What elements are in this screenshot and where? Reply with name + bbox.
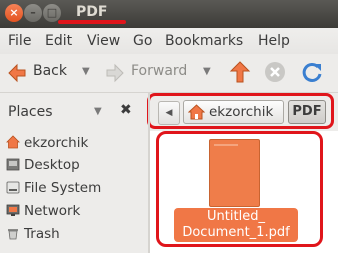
menu-file[interactable]: File (8, 33, 31, 49)
places-dropdown-icon[interactable]: ▼ (94, 106, 102, 117)
forward-button[interactable]: Forward (102, 58, 194, 88)
pathbar-annotation-outline (147, 93, 334, 129)
minimize-window-button[interactable]: – (24, 4, 42, 22)
places-title: Places (8, 104, 53, 120)
sidebar-item-label: Desktop (24, 157, 80, 173)
file-annotation-outline (156, 131, 323, 247)
menu-bookmarks[interactable]: Bookmarks (165, 33, 243, 49)
title-bar: × – □ PDF (0, 0, 338, 28)
sidebar-item-home[interactable]: ekzorchik (6, 133, 88, 153)
menu-view[interactable]: View (87, 33, 120, 49)
menu-bar: File Edit View Go Bookmarks Help (0, 28, 338, 54)
close-window-button[interactable]: × (5, 4, 23, 22)
sidebar-item-label: File System (24, 180, 102, 196)
network-icon (6, 204, 20, 216)
menu-go[interactable]: Go (133, 33, 152, 49)
sidebar-item-label: Network (24, 203, 81, 219)
stop-icon[interactable] (264, 61, 286, 83)
arrow-left-icon (8, 63, 26, 83)
arrow-up-icon[interactable] (229, 60, 251, 84)
sidebar-item-trash[interactable]: Trash (6, 224, 60, 244)
menu-help[interactable]: Help (258, 33, 290, 49)
back-history-dropdown[interactable]: ▼ (82, 66, 90, 77)
hard-drive-icon (6, 181, 20, 194)
sidebar-item-label: Trash (24, 226, 60, 242)
places-header: Places ▼ ✖ (0, 93, 148, 131)
menu-edit[interactable]: Edit (45, 33, 72, 49)
back-button[interactable]: Back (4, 58, 70, 88)
sidebar-item-label: ekzorchik (24, 135, 89, 151)
annotation-underline (58, 20, 126, 24)
places-sidebar: ekzorchik Desktop File System Network Tr… (0, 131, 148, 253)
arrow-right-icon (106, 63, 124, 83)
reload-icon[interactable] (301, 61, 323, 83)
window-title: PDF (76, 4, 108, 20)
toolbar: Back ▼ Forward ▼ (0, 54, 338, 93)
trash-icon (8, 229, 18, 240)
sidebar-item-network[interactable]: Network (6, 201, 80, 221)
back-label: Back (33, 63, 67, 79)
sidebar-item-file-system[interactable]: File System (6, 178, 101, 198)
close-sidebar-icon[interactable]: ✖ (120, 102, 132, 118)
forward-label: Forward (131, 63, 188, 79)
sidebar-item-desktop[interactable]: Desktop (6, 155, 80, 175)
desktop-folder-icon (6, 158, 20, 171)
forward-history-dropdown[interactable]: ▼ (203, 66, 211, 77)
home-folder-icon (6, 135, 20, 149)
